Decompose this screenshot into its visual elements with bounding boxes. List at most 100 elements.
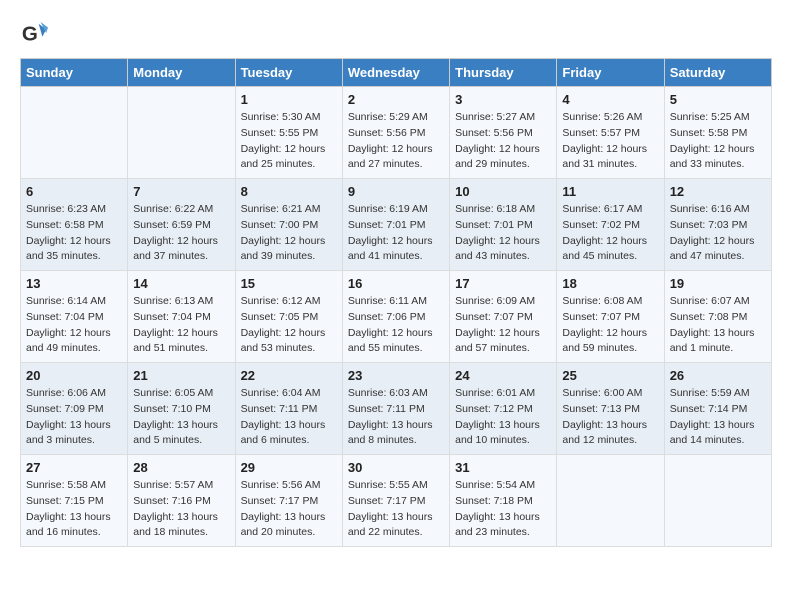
day-info: Sunrise: 6:07 AM Sunset: 7:08 PM Dayligh…: [670, 294, 766, 357]
calendar-cell: 22 Sunrise: 6:04 AM Sunset: 7:11 PM Dayli…: [235, 363, 342, 455]
calendar-week-row: 1 Sunrise: 5:30 AM Sunset: 5:55 PM Daylig…: [21, 87, 772, 179]
day-number: 3: [455, 92, 551, 107]
day-number: 23: [348, 368, 444, 383]
column-header-monday: Monday: [128, 59, 235, 87]
calendar-cell: 26 Sunrise: 5:59 AM Sunset: 7:14 PM Dayli…: [664, 363, 771, 455]
day-info: Sunrise: 5:26 AM Sunset: 5:57 PM Dayligh…: [562, 110, 658, 173]
calendar-cell: 15 Sunrise: 6:12 AM Sunset: 7:05 PM Dayli…: [235, 271, 342, 363]
day-number: 16: [348, 276, 444, 291]
calendar-cell: 13 Sunrise: 6:14 AM Sunset: 7:04 PM Dayli…: [21, 271, 128, 363]
day-info: Sunrise: 6:14 AM Sunset: 7:04 PM Dayligh…: [26, 294, 122, 357]
day-number: 13: [26, 276, 122, 291]
calendar-cell: 1 Sunrise: 5:30 AM Sunset: 5:55 PM Daylig…: [235, 87, 342, 179]
page-header: G: [20, 20, 772, 48]
calendar-cell: 8 Sunrise: 6:21 AM Sunset: 7:00 PM Daylig…: [235, 179, 342, 271]
calendar-table: SundayMondayTuesdayWednesdayThursdayFrid…: [20, 58, 772, 547]
day-number: 2: [348, 92, 444, 107]
day-info: Sunrise: 6:05 AM Sunset: 7:10 PM Dayligh…: [133, 386, 229, 449]
svg-text:G: G: [22, 23, 38, 46]
day-number: 20: [26, 368, 122, 383]
day-info: Sunrise: 6:16 AM Sunset: 7:03 PM Dayligh…: [670, 202, 766, 265]
day-info: Sunrise: 6:12 AM Sunset: 7:05 PM Dayligh…: [241, 294, 337, 357]
day-info: Sunrise: 6:03 AM Sunset: 7:11 PM Dayligh…: [348, 386, 444, 449]
day-number: 28: [133, 460, 229, 475]
day-info: Sunrise: 5:55 AM Sunset: 7:17 PM Dayligh…: [348, 478, 444, 541]
day-number: 26: [670, 368, 766, 383]
day-info: Sunrise: 6:08 AM Sunset: 7:07 PM Dayligh…: [562, 294, 658, 357]
day-info: Sunrise: 6:17 AM Sunset: 7:02 PM Dayligh…: [562, 202, 658, 265]
column-header-sunday: Sunday: [21, 59, 128, 87]
calendar-cell: [128, 87, 235, 179]
day-info: Sunrise: 6:11 AM Sunset: 7:06 PM Dayligh…: [348, 294, 444, 357]
day-info: Sunrise: 5:30 AM Sunset: 5:55 PM Dayligh…: [241, 110, 337, 173]
calendar-cell: 10 Sunrise: 6:18 AM Sunset: 7:01 PM Dayli…: [450, 179, 557, 271]
calendar-cell: 28 Sunrise: 5:57 AM Sunset: 7:16 PM Dayli…: [128, 455, 235, 547]
day-number: 21: [133, 368, 229, 383]
calendar-cell: 31 Sunrise: 5:54 AM Sunset: 7:18 PM Dayli…: [450, 455, 557, 547]
day-number: 11: [562, 184, 658, 199]
column-header-saturday: Saturday: [664, 59, 771, 87]
calendar-cell: 7Sunrise: 6:22 AM Sunset: 6:59 PM Daylig…: [128, 179, 235, 271]
calendar-cell: 16 Sunrise: 6:11 AM Sunset: 7:06 PM Dayli…: [342, 271, 449, 363]
calendar-cell: 9 Sunrise: 6:19 AM Sunset: 7:01 PM Daylig…: [342, 179, 449, 271]
calendar-cell: 2 Sunrise: 5:29 AM Sunset: 5:56 PM Daylig…: [342, 87, 449, 179]
day-number: 19: [670, 276, 766, 291]
day-info: Sunrise: 5:54 AM Sunset: 7:18 PM Dayligh…: [455, 478, 551, 541]
calendar-cell: 21 Sunrise: 6:05 AM Sunset: 7:10 PM Dayli…: [128, 363, 235, 455]
day-number: 9: [348, 184, 444, 199]
calendar-cell: [21, 87, 128, 179]
day-info: Sunrise: 6:19 AM Sunset: 7:01 PM Dayligh…: [348, 202, 444, 265]
calendar-cell: 29 Sunrise: 5:56 AM Sunset: 7:17 PM Dayli…: [235, 455, 342, 547]
calendar-week-row: 6 Sunrise: 6:23 AM Sunset: 6:58 PM Daylig…: [21, 179, 772, 271]
day-number: 4: [562, 92, 658, 107]
day-info: Sunrise: 5:57 AM Sunset: 7:16 PM Dayligh…: [133, 478, 229, 541]
calendar-cell: 5Sunrise: 5:25 AM Sunset: 5:58 PM Daylig…: [664, 87, 771, 179]
day-info: Sunrise: 6:13 AM Sunset: 7:04 PM Dayligh…: [133, 294, 229, 357]
column-header-friday: Friday: [557, 59, 664, 87]
calendar-cell: 14 Sunrise: 6:13 AM Sunset: 7:04 PM Dayli…: [128, 271, 235, 363]
day-number: 15: [241, 276, 337, 291]
calendar-cell: 3 Sunrise: 5:27 AM Sunset: 5:56 PM Daylig…: [450, 87, 557, 179]
day-number: 12: [670, 184, 766, 199]
day-number: 29: [241, 460, 337, 475]
day-number: 30: [348, 460, 444, 475]
day-number: 6: [26, 184, 122, 199]
day-number: 22: [241, 368, 337, 383]
day-info: Sunrise: 6:09 AM Sunset: 7:07 PM Dayligh…: [455, 294, 551, 357]
day-number: 1: [241, 92, 337, 107]
day-info: Sunrise: 5:58 AM Sunset: 7:15 PM Dayligh…: [26, 478, 122, 541]
calendar-cell: 30 Sunrise: 5:55 AM Sunset: 7:17 PM Dayli…: [342, 455, 449, 547]
day-number: 25: [562, 368, 658, 383]
column-header-tuesday: Tuesday: [235, 59, 342, 87]
day-info: Sunrise: 5:56 AM Sunset: 7:17 PM Dayligh…: [241, 478, 337, 541]
day-number: 14: [133, 276, 229, 291]
day-number: 24: [455, 368, 551, 383]
calendar-cell: [664, 455, 771, 547]
calendar-cell: 6 Sunrise: 6:23 AM Sunset: 6:58 PM Daylig…: [21, 179, 128, 271]
day-number: 10: [455, 184, 551, 199]
day-info: Sunrise: 6:21 AM Sunset: 7:00 PM Dayligh…: [241, 202, 337, 265]
column-header-thursday: Thursday: [450, 59, 557, 87]
day-info: Sunrise: 6:01 AM Sunset: 7:12 PM Dayligh…: [455, 386, 551, 449]
calendar-week-row: 27Sunrise: 5:58 AM Sunset: 7:15 PM Dayli…: [21, 455, 772, 547]
calendar-cell: 17Sunrise: 6:09 AM Sunset: 7:07 PM Dayli…: [450, 271, 557, 363]
calendar-cell: 27Sunrise: 5:58 AM Sunset: 7:15 PM Dayli…: [21, 455, 128, 547]
calendar-cell: 19 Sunrise: 6:07 AM Sunset: 7:08 PM Dayli…: [664, 271, 771, 363]
day-number: 5: [670, 92, 766, 107]
day-info: Sunrise: 5:59 AM Sunset: 7:14 PM Dayligh…: [670, 386, 766, 449]
calendar-header-row: SundayMondayTuesdayWednesdayThursdayFrid…: [21, 59, 772, 87]
calendar-cell: 11 Sunrise: 6:17 AM Sunset: 7:02 PM Dayli…: [557, 179, 664, 271]
day-info: Sunrise: 5:29 AM Sunset: 5:56 PM Dayligh…: [348, 110, 444, 173]
day-number: 8: [241, 184, 337, 199]
calendar-week-row: 13 Sunrise: 6:14 AM Sunset: 7:04 PM Dayli…: [21, 271, 772, 363]
calendar-cell: 24 Sunrise: 6:01 AM Sunset: 7:12 PM Dayli…: [450, 363, 557, 455]
day-info: Sunrise: 6:18 AM Sunset: 7:01 PM Dayligh…: [455, 202, 551, 265]
day-info: Sunrise: 6:04 AM Sunset: 7:11 PM Dayligh…: [241, 386, 337, 449]
day-number: 31: [455, 460, 551, 475]
calendar-cell: 23 Sunrise: 6:03 AM Sunset: 7:11 PM Dayli…: [342, 363, 449, 455]
day-info: Sunrise: 6:00 AM Sunset: 7:13 PM Dayligh…: [562, 386, 658, 449]
day-info: Sunrise: 6:23 AM Sunset: 6:58 PM Dayligh…: [26, 202, 122, 265]
day-info: Sunrise: 5:27 AM Sunset: 5:56 PM Dayligh…: [455, 110, 551, 173]
calendar-cell: 25 Sunrise: 6:00 AM Sunset: 7:13 PM Dayli…: [557, 363, 664, 455]
calendar-cell: 12 Sunrise: 6:16 AM Sunset: 7:03 PM Dayli…: [664, 179, 771, 271]
